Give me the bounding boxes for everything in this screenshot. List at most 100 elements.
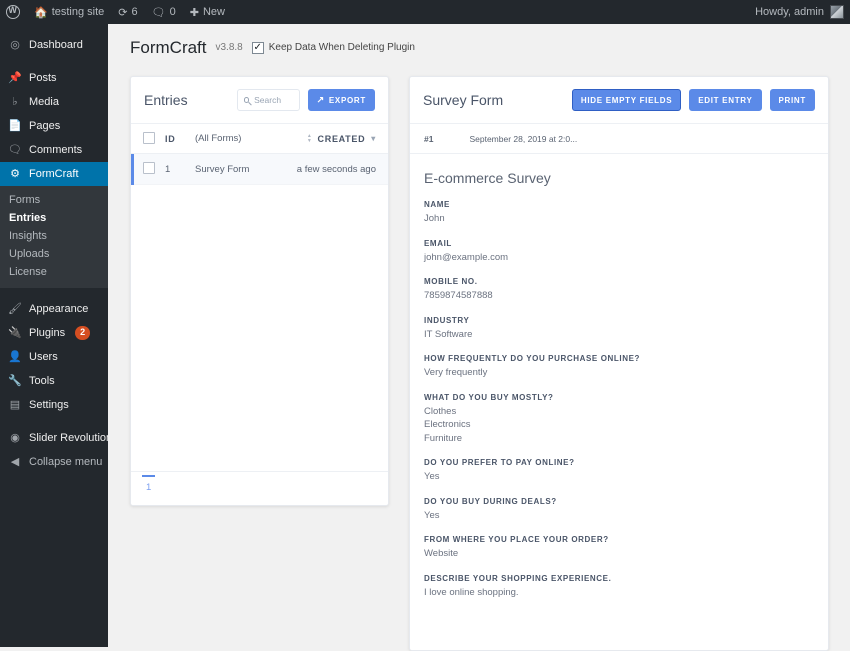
select-all-checkbox-cell[interactable] bbox=[143, 132, 165, 146]
content-area: FormCraft v3.8.8 ✓ Keep Data When Deleti… bbox=[108, 24, 850, 647]
sidebar-item-tools[interactable]: 🔧 Tools bbox=[0, 369, 108, 393]
field-order-source: FROM WHERE YOU PLACE YOUR ORDER? Website bbox=[424, 535, 814, 561]
row-checkbox-cell[interactable] bbox=[143, 162, 165, 177]
field-label: NAME bbox=[424, 200, 814, 209]
sidebar-item-appearance[interactable]: 🖌 Appearance bbox=[0, 297, 108, 321]
howdy-label: Howdy, admin bbox=[755, 6, 824, 18]
field-label: HOW FREQUENTLY DO YOU PURCHASE ONLINE? bbox=[424, 354, 814, 363]
sidebar-divider bbox=[0, 288, 108, 297]
entry-number: #1 bbox=[424, 134, 433, 144]
field-purchase-frequency: HOW FREQUENTLY DO YOU PURCHASE ONLINE? V… bbox=[424, 354, 814, 380]
field-label: INDUSTRY bbox=[424, 316, 814, 325]
entry-detail-panel: Survey Form HIDE EMPTY FIELDS EDIT ENTRY… bbox=[409, 76, 829, 651]
entries-panel-header: Entries Search ↗ EXPORT bbox=[131, 77, 388, 124]
sidebar-item-settings[interactable]: ▤ Settings bbox=[0, 393, 108, 417]
sidebar-item-collapse-menu[interactable]: ◀ Collapse menu bbox=[0, 450, 108, 474]
slider-icon: ◉ bbox=[8, 431, 22, 445]
sidebar-item-dashboard[interactable]: ◎ Dashboard bbox=[0, 33, 108, 57]
new-label: New bbox=[203, 6, 225, 18]
field-value: Yes bbox=[424, 470, 814, 484]
comments-count: 0 bbox=[170, 6, 176, 18]
gear-icon: ⚙ bbox=[8, 167, 22, 181]
media-icon: ♭ bbox=[8, 95, 22, 109]
sidebar-subitem-entries[interactable]: Entries bbox=[0, 209, 108, 227]
chevron-down-icon[interactable]: ▾ bbox=[371, 134, 376, 143]
keep-data-checkbox[interactable]: ✓ bbox=[252, 42, 264, 54]
hide-empty-fields-button[interactable]: HIDE EMPTY FIELDS bbox=[572, 89, 681, 111]
sidebar-item-label: Tools bbox=[29, 375, 55, 387]
wp-logo-menu[interactable] bbox=[0, 0, 27, 24]
field-label: DESCRIBE YOUR SHOPPING EXPERIENCE. bbox=[424, 574, 814, 583]
dashboard-icon: ◎ bbox=[8, 38, 22, 52]
search-placeholder: Search bbox=[254, 95, 281, 105]
sidebar-item-label: Pages bbox=[29, 120, 60, 132]
sidebar-item-label: FormCraft bbox=[29, 168, 79, 180]
sort-toggle-icon[interactable]: ▲ ▼ bbox=[307, 134, 313, 144]
sidebar-item-plugins[interactable]: 🔌 Plugins 2 bbox=[0, 321, 108, 345]
field-value: I love online shopping. bbox=[424, 586, 814, 600]
search-icon bbox=[244, 97, 250, 103]
account-menu[interactable]: Howdy, admin bbox=[755, 5, 850, 19]
comments-menu[interactable]: 🗨 0 bbox=[145, 0, 183, 24]
collapse-icon: ◀ bbox=[8, 455, 22, 469]
export-button-label: EXPORT bbox=[329, 96, 366, 105]
print-button[interactable]: PRINT bbox=[770, 89, 816, 111]
field-label: DO YOU BUY DURING DEALS? bbox=[424, 497, 814, 506]
entry-date: September 28, 2019 at 2:0... bbox=[469, 134, 577, 144]
row-checkbox[interactable] bbox=[143, 162, 155, 174]
field-label: DO YOU PREFER TO PAY ONLINE? bbox=[424, 458, 814, 467]
avatar-icon bbox=[830, 5, 844, 19]
field-value: Clothes Electronics Furniture bbox=[424, 405, 814, 446]
admin-bar: 🏠 testing site ⟳ 6 🗨 0 ✚ New Howdy, admi… bbox=[0, 0, 850, 24]
new-content-menu[interactable]: ✚ New bbox=[183, 0, 232, 24]
sidebar-item-formcraft[interactable]: ⚙ FormCraft bbox=[0, 162, 108, 186]
user-icon: 👤 bbox=[8, 350, 22, 364]
entry-form-title: Survey Form bbox=[423, 92, 503, 108]
entries-title: Entries bbox=[144, 92, 188, 108]
sidebar-subitem-insights[interactable]: Insights bbox=[0, 227, 108, 245]
field-buy-during-deals: DO YOU BUY DURING DEALS? Yes bbox=[424, 497, 814, 523]
field-label: WHAT DO YOU BUY MOSTLY? bbox=[424, 393, 814, 402]
sidebar-item-label: Collapse menu bbox=[29, 456, 102, 468]
sidebar-subitem-license[interactable]: License bbox=[0, 263, 108, 281]
sidebar-item-users[interactable]: 👤 Users bbox=[0, 345, 108, 369]
edit-entry-button[interactable]: EDIT ENTRY bbox=[689, 89, 761, 111]
brush-icon: 🖌 bbox=[8, 302, 22, 316]
field-label: FROM WHERE YOU PLACE YOUR ORDER? bbox=[424, 535, 814, 544]
sidebar-item-slider-revolution[interactable]: ◉ Slider Revolution bbox=[0, 426, 108, 450]
field-value: Yes bbox=[424, 509, 814, 523]
column-header-form[interactable]: (All Forms) bbox=[195, 133, 307, 144]
sidebar-item-posts[interactable]: 📌 Posts bbox=[0, 66, 108, 90]
plug-icon: 🔌 bbox=[8, 326, 22, 340]
field-value: IT Software bbox=[424, 328, 814, 342]
keep-data-label: Keep Data When Deleting Plugin bbox=[269, 42, 415, 53]
column-header-created[interactable]: CREATED bbox=[318, 134, 366, 144]
sidebar-divider bbox=[0, 57, 108, 66]
sidebar-item-label: Slider Revolution bbox=[29, 432, 112, 444]
updates-menu[interactable]: ⟳ 6 bbox=[111, 0, 144, 24]
export-button[interactable]: ↗ EXPORT bbox=[308, 89, 375, 111]
search-input[interactable]: Search bbox=[237, 89, 300, 111]
page-number-1[interactable]: 1 bbox=[142, 475, 155, 493]
field-email: EMAIL john@example.com bbox=[424, 239, 814, 265]
keep-data-checkbox-row[interactable]: ✓ Keep Data When Deleting Plugin bbox=[252, 42, 415, 54]
sidebar-item-media[interactable]: ♭ Media bbox=[0, 90, 108, 114]
site-name-menu[interactable]: 🏠 testing site bbox=[27, 0, 111, 24]
entry-fields-container: E-commerce Survey NAME John EMAIL john@e… bbox=[410, 154, 828, 599]
table-row[interactable]: 1 Survey Form a few seconds ago bbox=[131, 154, 388, 185]
sidebar-item-label: Plugins bbox=[29, 327, 65, 339]
comment-icon: 🗨 bbox=[8, 143, 22, 157]
field-shopping-experience: DESCRIBE YOUR SHOPPING EXPERIENCE. I lov… bbox=[424, 574, 814, 600]
sidebar-item-comments[interactable]: 🗨 Comments bbox=[0, 138, 108, 162]
column-header-id[interactable]: ID bbox=[165, 134, 195, 144]
sidebar-subitem-uploads[interactable]: Uploads bbox=[0, 245, 108, 263]
page-icon: 📄 bbox=[8, 119, 22, 133]
sidebar-subitem-forms[interactable]: Forms bbox=[0, 191, 108, 209]
pin-icon: 📌 bbox=[8, 71, 22, 85]
sidebar-item-pages[interactable]: 📄 Pages bbox=[0, 114, 108, 138]
updates-icon: ⟳ bbox=[118, 6, 127, 19]
entries-pagination: 1 bbox=[131, 471, 388, 505]
home-icon: 🏠 bbox=[34, 6, 48, 19]
sidebar-item-label: Users bbox=[29, 351, 58, 363]
select-all-checkbox[interactable] bbox=[143, 132, 155, 144]
